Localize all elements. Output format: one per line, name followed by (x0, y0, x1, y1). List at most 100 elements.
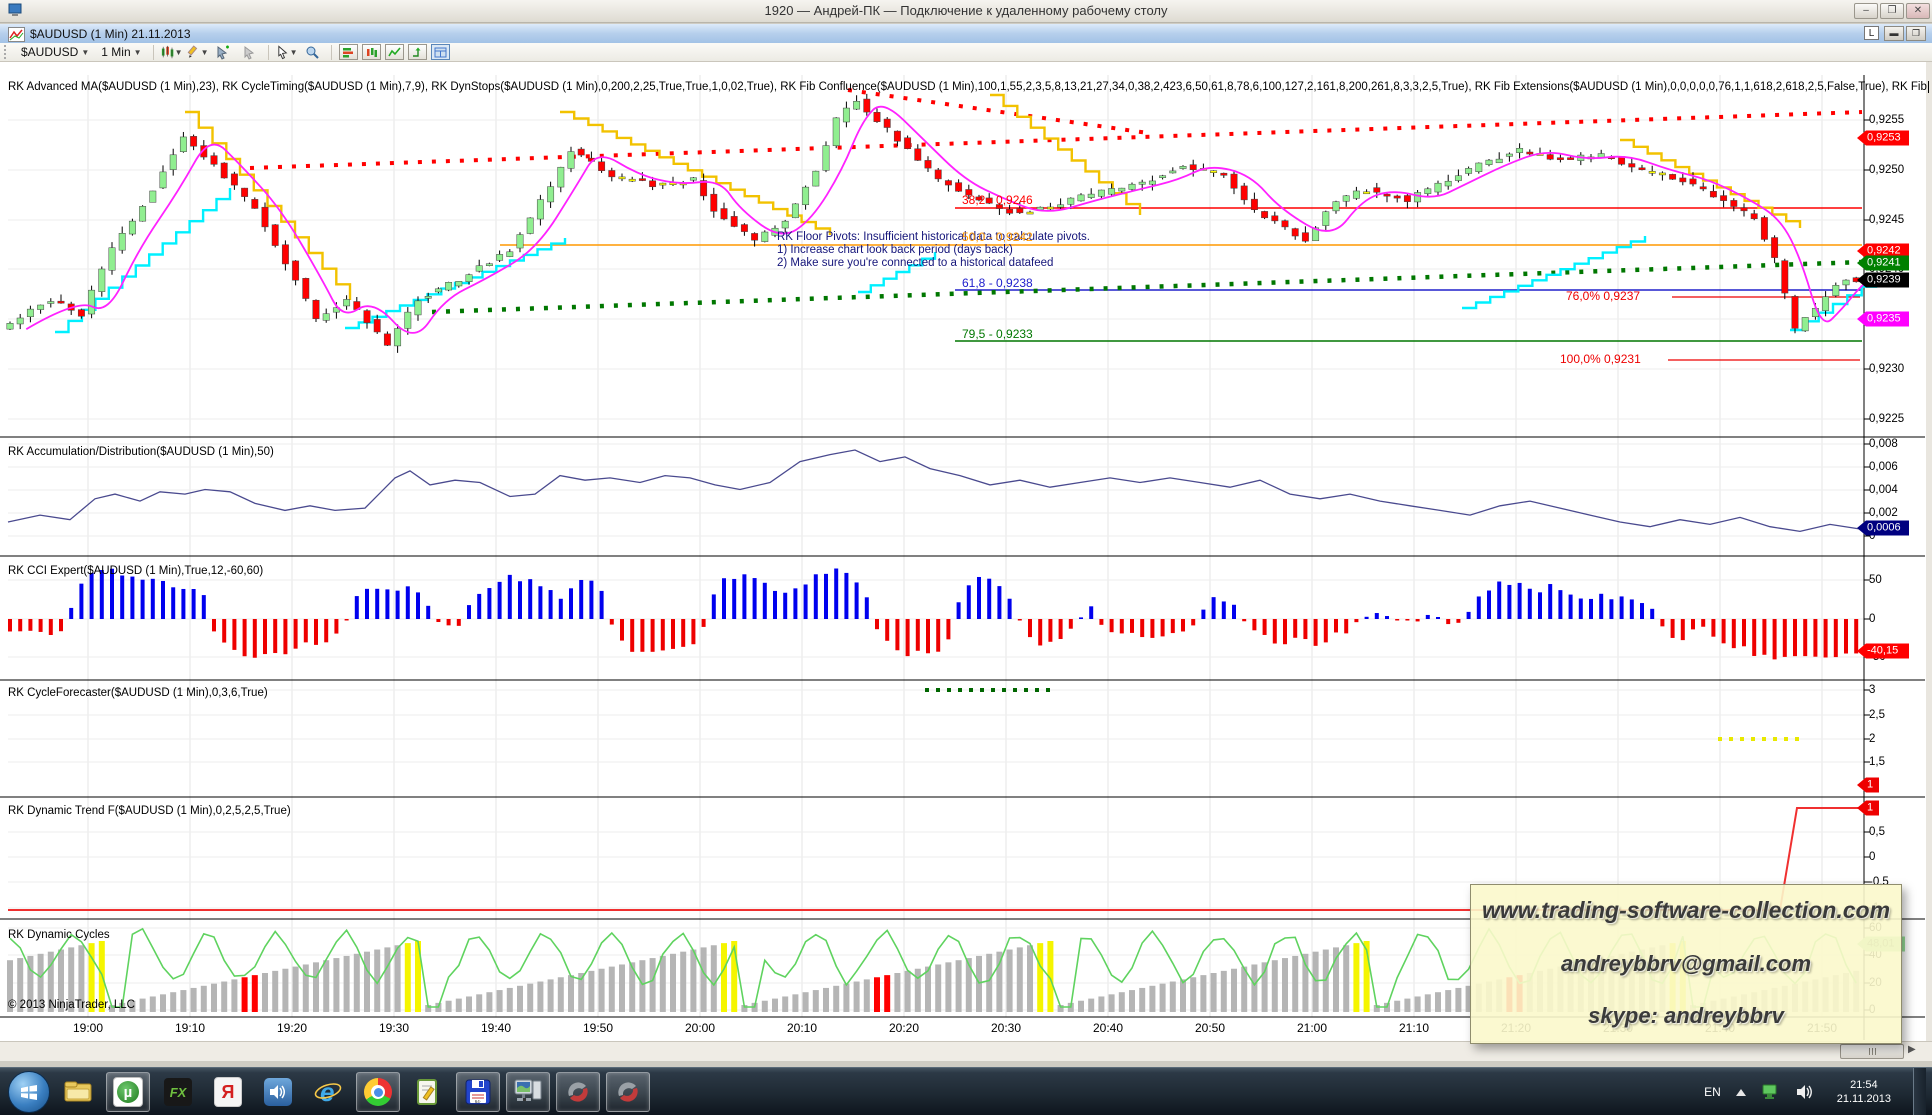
rdp-close-button[interactable]: ✕ (1906, 3, 1930, 19)
volume-tray-icon[interactable] (1795, 1083, 1815, 1101)
axis-tick-label-dyntrend: 0,5 (1869, 826, 1885, 838)
zoom-button[interactable] (302, 44, 324, 61)
notepad-plus-icon[interactable] (406, 1072, 450, 1112)
chart-restore-button[interactable]: ❐ (1906, 26, 1926, 41)
chart-minimize-button[interactable]: ▬ (1884, 26, 1904, 41)
chart-window-titlebar[interactable]: $AUDUSD (1 Min) 21.11.2013 L ▬ ❐ (0, 24, 1932, 44)
language-indicator[interactable]: EN (1704, 1085, 1721, 1099)
chevron-down-icon: ▼ (134, 48, 142, 57)
interval-dropdown[interactable]: 1 Min ▼ (97, 44, 145, 60)
pencil-icon (187, 45, 201, 60)
chart-window-title: $AUDUSD (1 Min) 21.11.2013 (30, 27, 191, 41)
price-tag: 0,9241 (1857, 256, 1909, 271)
ninjatrader-icon[interactable] (556, 1072, 600, 1112)
watermark-skype: skype: andreybbrv (1477, 1003, 1895, 1029)
scrollbar-right-arrow[interactable]: ▶ (1908, 1044, 1916, 1055)
tray-clock[interactable]: 21:54 21.11.2013 (1829, 1078, 1899, 1106)
axis-tick-label-price: 0,9250 (1869, 164, 1904, 176)
pivot-warning-text: RK Floor Pivots: Insufficient historical… (777, 231, 1090, 270)
axis-tick-label-price: 0,9225 (1869, 413, 1904, 425)
fxcm-icon[interactable]: FX (156, 1072, 200, 1112)
network-tray-icon[interactable] (1761, 1083, 1781, 1101)
time-axis-label: 20:30 (991, 1021, 1021, 1035)
market-analyzer-button[interactable] (339, 44, 358, 60)
fib-level-label: 100,0% 0,9231 (1560, 352, 1641, 366)
chart-button[interactable] (362, 44, 381, 60)
rdp-minimize-button[interactable]: – (1854, 3, 1878, 19)
chart-window-icon (8, 27, 25, 42)
remove-tool-button[interactable] (239, 44, 261, 61)
toolbar-separator (331, 45, 332, 60)
link-button[interactable]: L (1864, 26, 1879, 40)
price-tag: 0,9253 (1857, 131, 1909, 146)
hidden-icons-chevron[interactable] (1735, 1088, 1747, 1097)
floppy-save-icon[interactable]: 64· (456, 1072, 500, 1112)
rdp-title: 1920 — Андрей-ПК — Подключение к удаленн… (0, 3, 1932, 18)
price-tag: 0,0006 (1857, 521, 1909, 536)
chevron-down-icon: ▼ (81, 48, 89, 57)
toolbar-drag-handle[interactable] (4, 45, 11, 59)
volume-app-icon[interactable] (256, 1072, 300, 1112)
scrollbar-handle[interactable] (1840, 1044, 1904, 1059)
fib-level-label: 79,5 - 0,9233 (962, 327, 1033, 341)
tray-date: 21.11.2013 (1837, 1092, 1891, 1106)
time-axis-label: 20:40 (1093, 1021, 1123, 1035)
axis-tick-label-cycleforecaster: 3 (1869, 684, 1875, 696)
strategy-button[interactable] (408, 44, 427, 60)
fib-level-label: 61,8 - 0,9238 (962, 276, 1033, 290)
news-button[interactable] (385, 44, 404, 60)
rdp-restore-button[interactable]: ❐ (1880, 3, 1904, 19)
add-indicator-button[interactable] (213, 44, 235, 61)
axis-tick-label-cycleforecaster: 1,5 (1869, 756, 1885, 768)
time-axis-label: 19:10 (175, 1021, 205, 1035)
price-tag: 0,9235 (1857, 312, 1909, 327)
chart-style-button[interactable]: ▼ (161, 44, 183, 61)
window-right-edge (1926, 62, 1932, 1057)
candlestick-icon (161, 45, 175, 60)
axis-tick-label-accum: 0,004 (1869, 484, 1898, 496)
axis-tick-label-price: 0,9255 (1869, 114, 1904, 126)
ninjatrader-icon-2[interactable] (606, 1072, 650, 1112)
time-axis-label: 19:40 (481, 1021, 511, 1035)
horizontal-scrollbar[interactable] (0, 1041, 1932, 1061)
rdp-titlebar: 1920 — Андрей-ПК — Подключение к удаленн… (0, 0, 1932, 23)
toolbar-separator (153, 45, 154, 60)
axis-tick-label-cycleforecaster: 2,5 (1869, 709, 1885, 721)
time-axis-label: 19:20 (277, 1021, 307, 1035)
time-axis-label: 21:00 (1297, 1021, 1327, 1035)
internet-explorer-icon[interactable]: e (306, 1072, 350, 1112)
magnifier-icon (305, 45, 320, 60)
chart-toolbar: $AUDUSD ▼ 1 Min ▼ ▼ ▼ (0, 43, 1932, 62)
price-tag: -40,15 (1857, 644, 1909, 659)
start-button[interactable] (8, 1071, 50, 1113)
instrument-dropdown[interactable]: $AUDUSD ▼ (17, 44, 93, 60)
pivot-warning-line: RK Floor Pivots: Insufficient historical… (777, 231, 1090, 244)
axis-tick-label-accum: 0,006 (1869, 461, 1898, 473)
fib-level-label: 76,0% 0,9237 (1566, 289, 1640, 303)
panel-label-cycleforecaster: RK CycleForecaster($AUDUSD (1 Min),0,3,6… (8, 687, 268, 699)
pivot-warning-line: 2) Make sure you're connected to a histo… (777, 257, 1090, 270)
cursor-plus-icon (216, 45, 231, 60)
panel-label-dynamic-trend: RK Dynamic Trend F($AUDUSD (1 Min),0,2,5… (8, 805, 291, 817)
window-grid-button[interactable] (431, 44, 450, 60)
time-axis-label: 20:10 (787, 1021, 817, 1035)
remote-desktop-screen: 1920 — Андрей-ПК — Подключение к удаленн… (0, 0, 1932, 1115)
yandex-icon[interactable]: Я (206, 1072, 250, 1112)
axis-tick-label-accum: 0,008 (1869, 438, 1898, 450)
draw-tool-button[interactable]: ▼ (187, 44, 209, 61)
interval-value: 1 Min (101, 45, 130, 59)
system-tray: EN 21:54 21.11.2013 (1704, 1068, 1932, 1115)
axis-tick-label-cycleforecaster: 2 (1869, 733, 1875, 745)
instrument-value: $AUDUSD (21, 45, 78, 59)
copyright-text: © 2013 NinjaTrader, LLC (8, 999, 135, 1011)
chevron-down-icon: ▼ (290, 48, 298, 57)
chrome-icon[interactable] (356, 1072, 400, 1112)
show-desktop-button[interactable] (1913, 1068, 1926, 1115)
remote-desktop-icon[interactable] (506, 1072, 550, 1112)
pointer-mode-button[interactable]: ▼ (276, 44, 298, 61)
explorer-icon[interactable] (56, 1072, 100, 1112)
time-axis-label: 21:10 (1399, 1021, 1429, 1035)
panel-label-accumulation: RK Accumulation/Distribution($AUDUSD (1 … (8, 446, 274, 458)
time-axis-label: 19:30 (379, 1021, 409, 1035)
utorrent-icon[interactable]: µ (106, 1072, 150, 1112)
